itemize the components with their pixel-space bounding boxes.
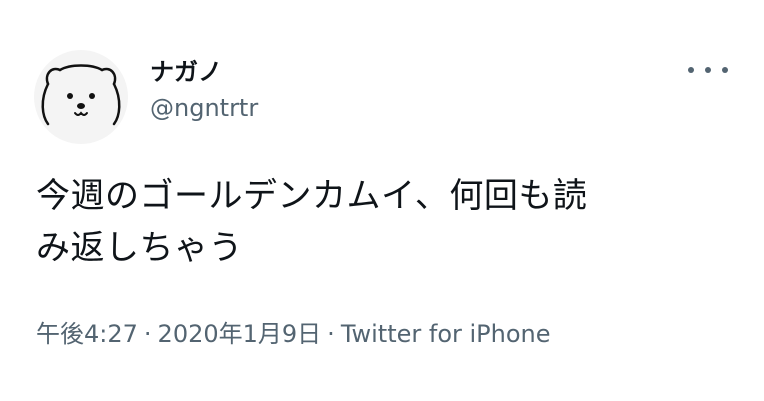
user-handle[interactable]: @ngntrtr: [150, 94, 258, 122]
dot: [688, 67, 694, 73]
tweet-time[interactable]: 午後4:27: [36, 320, 138, 348]
display-name[interactable]: ナガノ: [150, 52, 222, 87]
tweet-text-line: 今週のゴールデンカムイ、何回も読: [36, 176, 588, 216]
tweet-date[interactable]: 2020年1月9日: [158, 320, 322, 348]
tweet-meta: 午後4:27 · 2020年1月9日 · Twitter for iPhone: [36, 314, 551, 349]
dot: [705, 67, 711, 73]
bear-face-icon: [41, 64, 121, 126]
tweet-text-line: み返しちゃう: [36, 228, 243, 268]
separator: ·: [327, 320, 335, 348]
tweet-card: ナガノ @ngntrtr 今週のゴールデンカムイ、何回も読 み返しちゃう 午後4…: [0, 0, 764, 401]
avatar[interactable]: [34, 50, 128, 144]
separator: ·: [143, 320, 152, 348]
more-dots-icon[interactable]: [688, 58, 728, 82]
tweet-text: 今週のゴールデンカムイ、何回も読 み返しちゃう: [36, 170, 726, 274]
tweet-source[interactable]: Twitter for iPhone: [341, 320, 551, 348]
dot: [722, 67, 728, 73]
